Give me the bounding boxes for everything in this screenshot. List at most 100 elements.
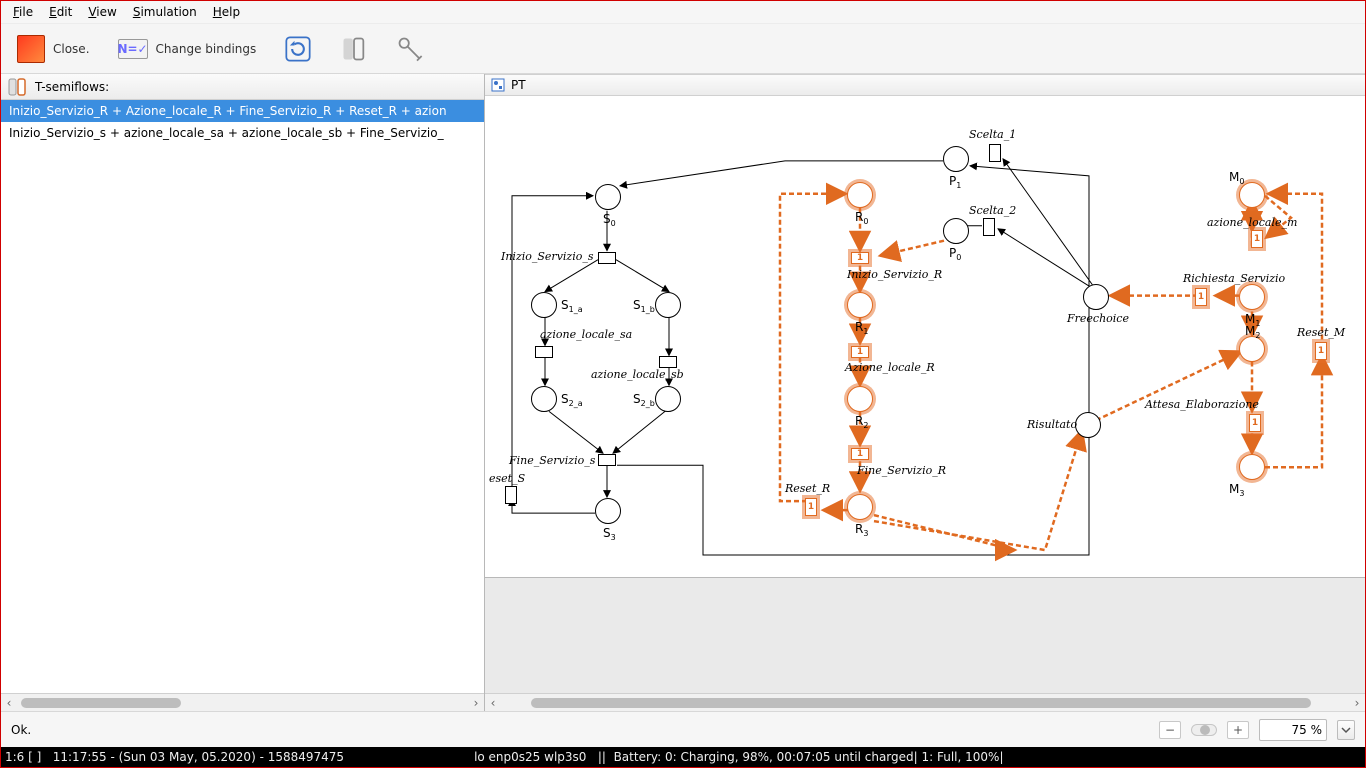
label-attesa-elaborazione: Attesa_Elaborazione — [1145, 398, 1259, 411]
list-item[interactable]: Inizio_Servizio_R + Azione_locale_R + Fi… — [1, 100, 484, 122]
close-icon — [17, 35, 45, 63]
label-reset-m: Reset_M — [1297, 326, 1345, 339]
place-M3[interactable] — [1239, 454, 1265, 480]
scroll-left-icon[interactable]: ‹ — [1, 695, 17, 711]
zoom-group: − + 75 % — [1159, 719, 1355, 741]
transition-richiesta-servizio[interactable]: 1 — [1195, 288, 1207, 306]
chevron-down-icon — [1341, 725, 1351, 735]
zoom-value: 75 % — [1292, 723, 1323, 737]
scroll-right-icon[interactable]: › — [468, 695, 484, 711]
zoom-combo[interactable]: 75 % — [1259, 719, 1327, 741]
label-scelta-1: Scelta_1 — [969, 128, 1016, 141]
label-R3: R3 — [855, 522, 868, 538]
label-R0: R0 — [855, 210, 868, 226]
transition-reset-s[interactable] — [505, 486, 517, 504]
statusbar: Ok. − + 75 % — [1, 711, 1365, 747]
transition-azione-sa[interactable] — [535, 346, 553, 358]
label-R2: R2 — [855, 414, 868, 430]
transition-scelta-2[interactable] — [983, 218, 995, 236]
transition-attesa-elaborazione[interactable]: 1 — [1249, 414, 1261, 432]
transition-azione-locale-m[interactable]: 1 — [1251, 230, 1263, 248]
label-M2: M2 — [1245, 324, 1260, 340]
toolbar: Close. N=✓ Change bindings — [1, 24, 1365, 74]
left-pane-header: T-semiflows: — [1, 74, 484, 100]
place-R0[interactable] — [847, 182, 873, 208]
scroll-left-icon[interactable]: ‹ — [485, 695, 501, 711]
transition-fine-servizio-s[interactable] — [598, 454, 616, 466]
scroll-right-icon[interactable]: › — [1349, 695, 1365, 711]
label-S3: S3 — [603, 526, 616, 542]
transition-reset-r[interactable]: 1 — [805, 498, 817, 516]
transition-azione-locale-r[interactable]: 1 — [851, 346, 869, 358]
menubar: File Edit View Simulation Help — [1, 1, 1365, 24]
place-P0[interactable] — [943, 218, 969, 244]
main-split: T-semiflows: Inizio_Servizio_R + Azione_… — [1, 74, 1365, 711]
flip-button[interactable] — [340, 35, 368, 63]
canvas-tabbar: PT — [485, 74, 1365, 96]
place-M1[interactable] — [1239, 284, 1265, 310]
place-S2b[interactable] — [655, 386, 681, 412]
menu-file[interactable]: File — [7, 3, 39, 21]
label-azione-sa: azione_locale_sa — [540, 328, 632, 341]
status-text: Ok. — [11, 723, 31, 737]
menu-help[interactable]: Help — [207, 3, 246, 21]
canvas-tab-label[interactable]: PT — [511, 78, 526, 92]
place-P1[interactable] — [943, 146, 969, 172]
zoom-combo-dropdown[interactable] — [1337, 720, 1355, 740]
left-hscrollbar[interactable]: ‹ › — [1, 693, 484, 711]
transition-inizio-servizio-s[interactable] — [598, 252, 616, 264]
label-S2b: S2_b — [633, 392, 655, 408]
label-azione-locale-r: Azione_locale_R — [845, 361, 935, 374]
scroll-thumb[interactable] — [531, 698, 1311, 708]
place-R1[interactable] — [847, 292, 873, 318]
label-azione-locale-m: azione_locale_m — [1207, 216, 1297, 229]
flip-icon — [340, 35, 368, 63]
place-freechoice[interactable] — [1083, 284, 1109, 310]
change-bindings-button[interactable]: N=✓ Change bindings — [118, 39, 257, 59]
net-icon — [491, 78, 505, 92]
place-risultato[interactable] — [1075, 412, 1101, 438]
place-S2a[interactable] — [531, 386, 557, 412]
label-S0: S0 — [603, 212, 616, 228]
transition-fine-servizio-r[interactable]: 1 — [851, 448, 869, 460]
os-taskbar: 1:6 [ ] 11:17:55 - (Sun 03 May, 05.2020)… — [1, 747, 1365, 767]
place-R3[interactable] — [847, 494, 873, 520]
compass-icon — [396, 35, 424, 63]
transition-azione-sb[interactable] — [659, 356, 677, 368]
semiflows-list[interactable]: Inizio_Servizio_R + Azione_locale_R + Fi… — [1, 100, 484, 693]
zoom-out-button[interactable]: − — [1159, 721, 1181, 739]
zoom-slider-thumb[interactable] — [1200, 725, 1210, 735]
canvas-container: S0 Inizio_Servizio_s S1_a S1_b azione_lo… — [485, 96, 1365, 693]
osbar-left: 1:6 [ ] 11:17:55 - (Sun 03 May, 05.2020)… — [5, 750, 344, 764]
zoom-slider[interactable] — [1191, 724, 1217, 736]
label-inizio-servizio-r: Inizio_Servizio_R — [847, 268, 942, 281]
left-pane: T-semiflows: Inizio_Servizio_R + Azione_… — [1, 74, 485, 711]
label-M3: M3 — [1229, 482, 1244, 498]
label-fine-servizio-r: Fine_Servizio_R — [857, 464, 946, 477]
place-S0[interactable] — [595, 184, 621, 210]
menu-simulation[interactable]: Simulation — [127, 3, 203, 21]
menu-view[interactable]: View — [82, 3, 122, 21]
place-R2[interactable] — [847, 386, 873, 412]
menu-edit[interactable]: Edit — [43, 3, 78, 21]
label-azione-sb: azione_locale_sb — [591, 368, 684, 381]
label-R1: R1 — [855, 320, 868, 336]
label-scelta-2: Scelta_2 — [969, 204, 1016, 217]
label-P0: P0 — [949, 246, 961, 262]
refresh-button[interactable] — [284, 35, 312, 63]
measure-button[interactable] — [396, 35, 424, 63]
place-S1a[interactable] — [531, 292, 557, 318]
change-bindings-label: Change bindings — [156, 42, 257, 56]
canvas-hscrollbar[interactable]: ‹ › — [485, 693, 1365, 711]
list-item[interactable]: Inizio_Servizio_s + azione_locale_sa + a… — [1, 122, 484, 144]
zoom-in-button[interactable]: + — [1227, 721, 1249, 739]
scroll-thumb[interactable] — [21, 698, 181, 708]
petri-net-canvas[interactable]: S0 Inizio_Servizio_s S1_a S1_b azione_lo… — [485, 96, 1365, 578]
transition-scelta-1[interactable] — [989, 144, 1001, 162]
label-freechoice: Freechoice — [1067, 312, 1129, 325]
close-button[interactable]: Close. — [17, 35, 90, 63]
transition-reset-m[interactable]: 1 — [1315, 342, 1327, 360]
place-S3[interactable] — [595, 498, 621, 524]
place-S1b[interactable] — [655, 292, 681, 318]
transition-inizio-servizio-r[interactable]: 1 — [851, 252, 869, 264]
